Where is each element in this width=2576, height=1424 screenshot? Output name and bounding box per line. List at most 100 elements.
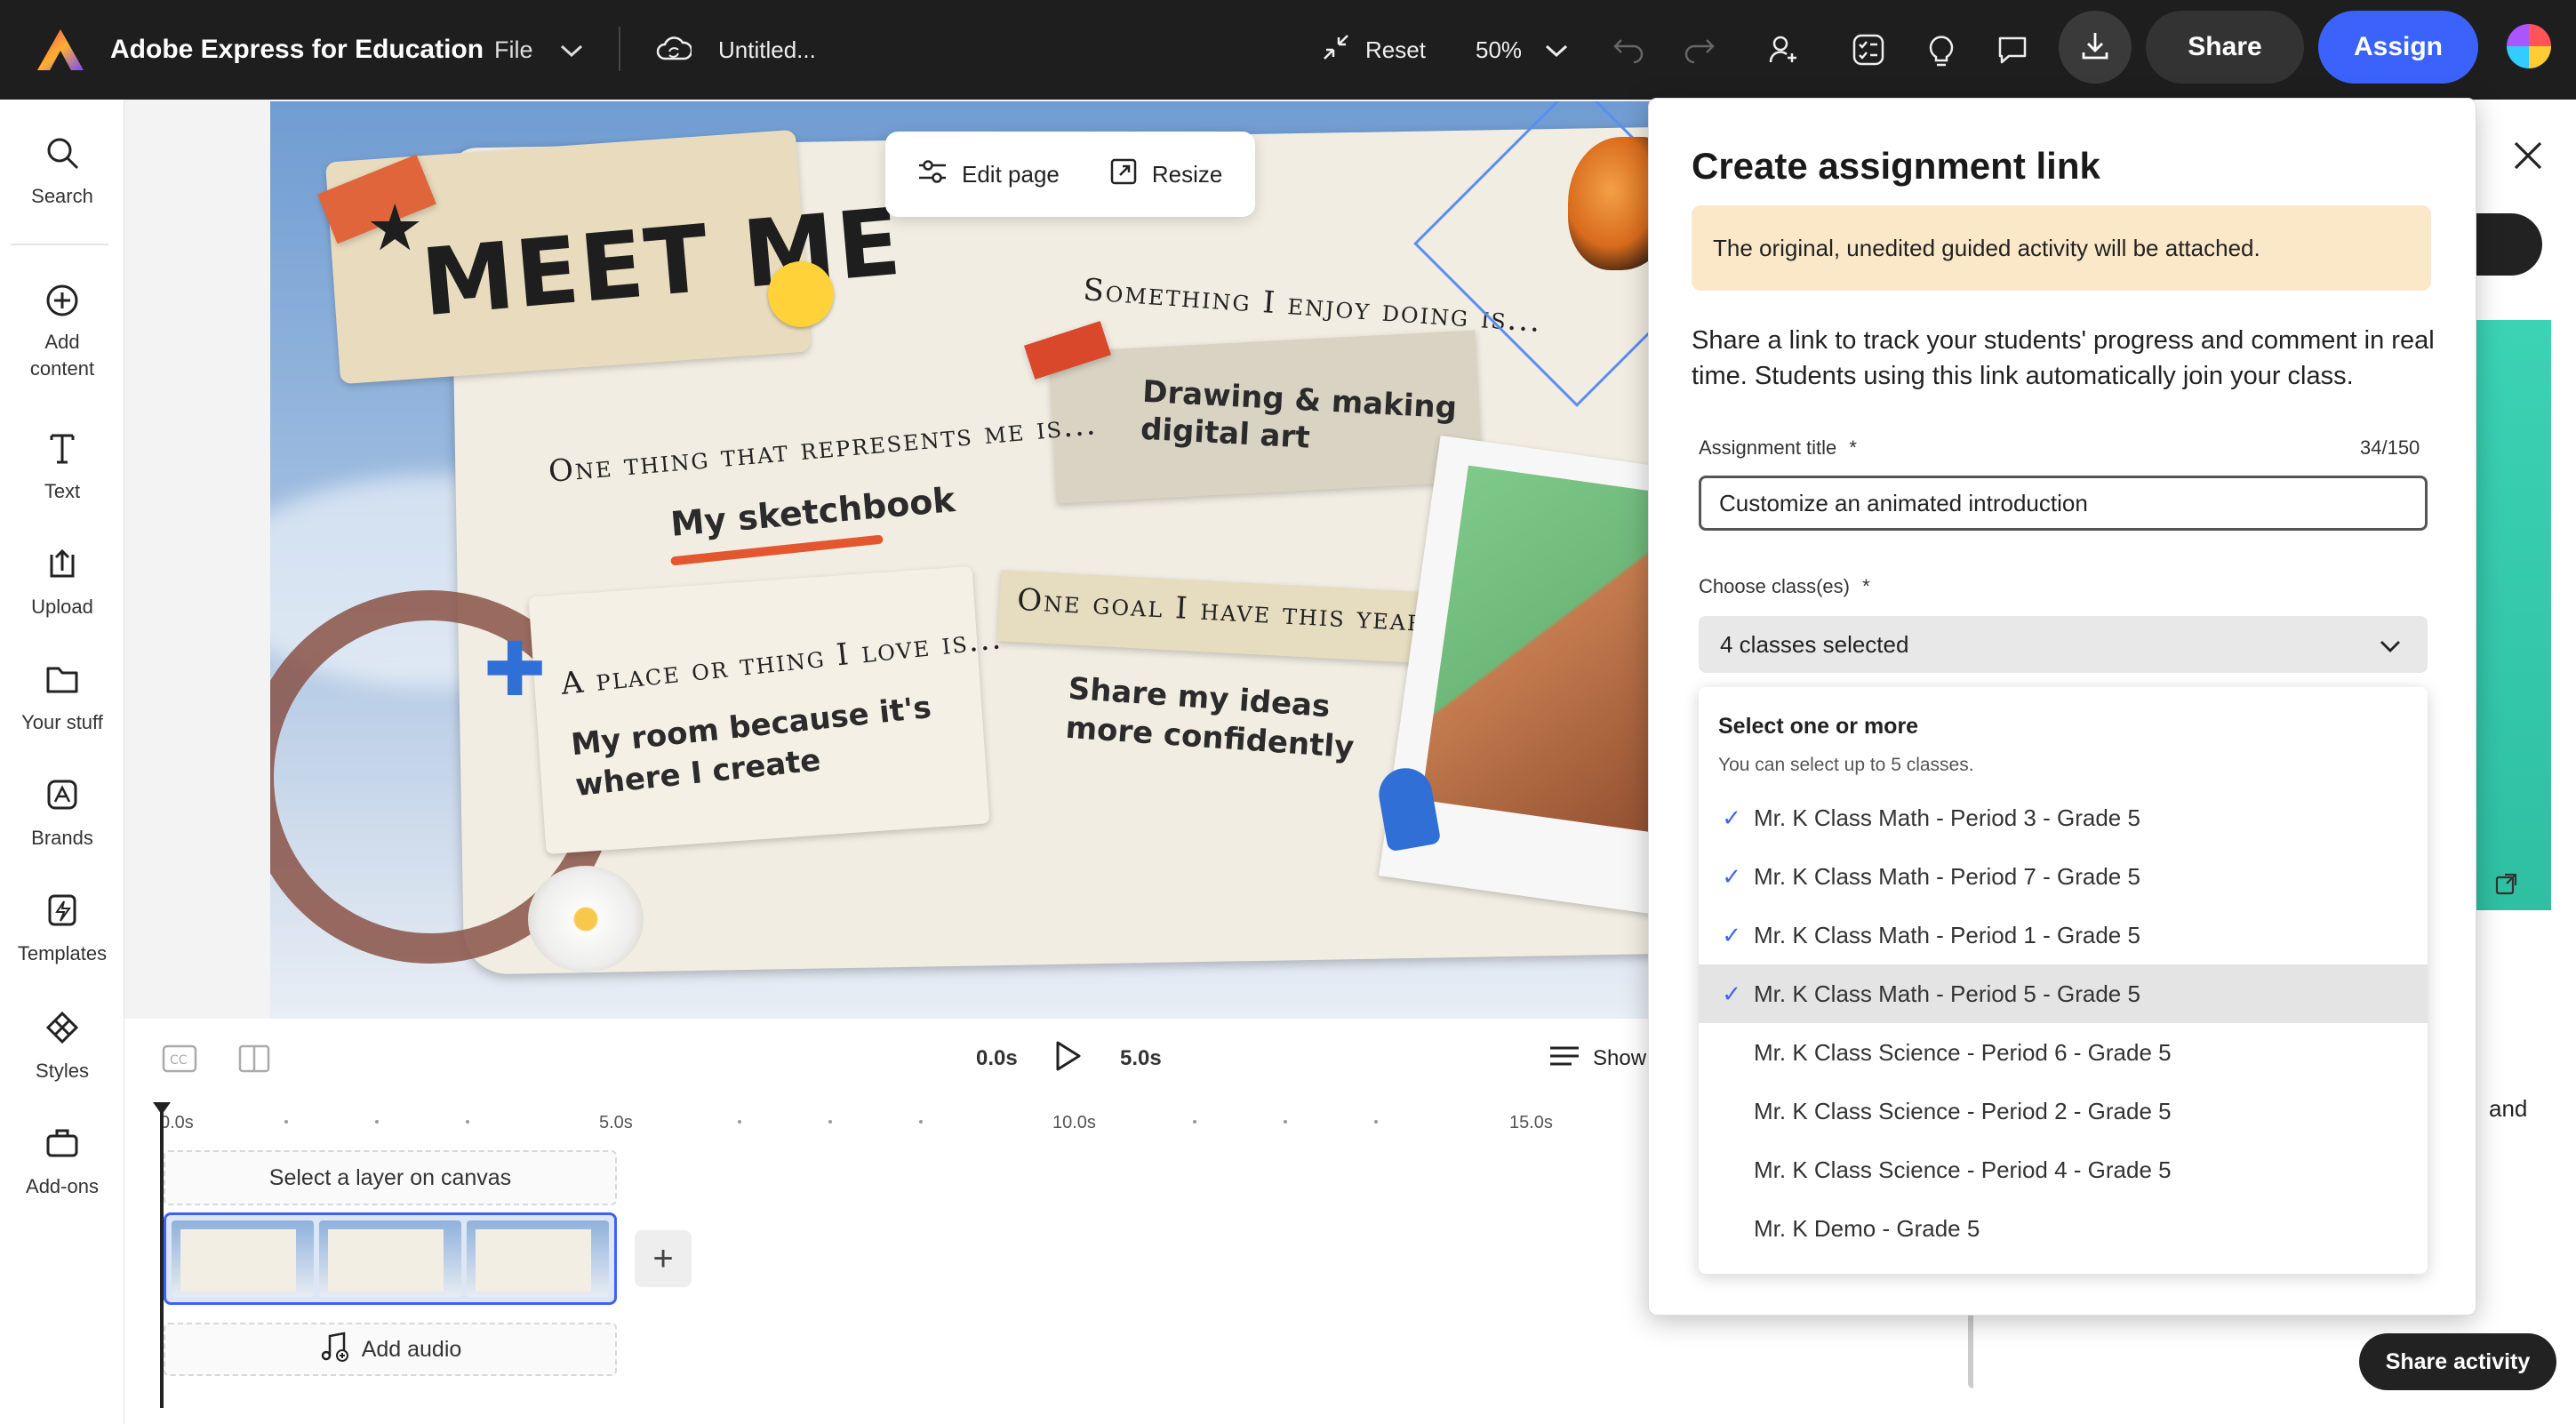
share-button[interactable]: Share bbox=[2146, 11, 2304, 84]
close-icon[interactable] bbox=[2512, 137, 2544, 181]
select-layer-label: Select a layer on canvas bbox=[268, 1164, 512, 1190]
class-option-label: Mr. K Class Math - Period 5 - Grade 5 bbox=[1754, 980, 2140, 1007]
character-counter: 34/150 bbox=[2360, 436, 2420, 459]
cloud-sync-icon[interactable] bbox=[656, 0, 692, 100]
class-option[interactable]: Mr. K Demo - Grade 5 bbox=[1699, 1199, 2428, 1258]
brand-icon bbox=[44, 777, 80, 818]
download-button[interactable] bbox=[2059, 11, 2132, 84]
adobe-express-logo[interactable] bbox=[36, 0, 85, 100]
required-indicator: * bbox=[1862, 575, 1870, 597]
open-external-icon[interactable] bbox=[2494, 871, 2519, 900]
current-time: 0.0s bbox=[976, 1046, 1018, 1070]
class-option[interactable]: Mr. K Class Science - Period 6 - Grade 5 bbox=[1699, 1023, 2428, 1082]
rail-item-text[interactable]: Text bbox=[0, 430, 124, 503]
svg-text:CC: CC bbox=[170, 1053, 188, 1068]
checkmark-icon: ✓ bbox=[1722, 862, 1741, 890]
rail-item-add-content[interactable]: Add content bbox=[0, 283, 124, 382]
text-icon bbox=[44, 430, 80, 471]
show-label: Show bbox=[1593, 1046, 1647, 1070]
checkmark-icon: ✓ bbox=[1722, 921, 1741, 948]
choose-classes-label: Choose class(es) * bbox=[1699, 575, 1870, 598]
assignment-title-label-text: Assignment title bbox=[1699, 436, 1837, 459]
assignment-title-input[interactable]: Customize an animated introduction bbox=[1699, 476, 2428, 531]
class-option[interactable]: Mr. K Class Science - Period 2 - Grade 5 bbox=[1699, 1082, 2428, 1140]
rail-item-upload[interactable]: Upload bbox=[0, 546, 124, 619]
required-indicator: * bbox=[1849, 436, 1857, 459]
avatar[interactable] bbox=[2507, 24, 2551, 68]
rail-item-label: Styles bbox=[36, 1060, 89, 1082]
rail-item-your-stuff[interactable]: Your stuff bbox=[0, 661, 124, 734]
play-icon bbox=[1052, 1040, 1083, 1078]
duration-time: 5.0s bbox=[1120, 1046, 1162, 1070]
class-option[interactable]: ✓ Mr. K Class Math - Period 3 - Grade 5 bbox=[1699, 788, 2428, 847]
resize-button[interactable]: Resize bbox=[1109, 157, 1222, 192]
rail-item-label: Your stuff bbox=[21, 711, 103, 733]
share-activity-button[interactable]: Share activity bbox=[2359, 1333, 2556, 1390]
scene-thumbnail[interactable] bbox=[172, 1220, 314, 1297]
smiley-sticker bbox=[768, 261, 834, 327]
scene-clip-track[interactable] bbox=[164, 1212, 617, 1305]
assignment-title-label: Assignment title * bbox=[1699, 436, 1857, 460]
plus-icon: + bbox=[652, 1238, 674, 1278]
redo-icon[interactable] bbox=[1673, 0, 1726, 100]
music-add-icon bbox=[319, 1331, 351, 1369]
info-note: The original, unedited guided activity w… bbox=[1692, 205, 2431, 291]
reset-label: Reset bbox=[1365, 36, 1426, 63]
add-scene-button[interactable]: + bbox=[635, 1230, 692, 1287]
rail-item-search[interactable]: Search bbox=[0, 135, 124, 208]
create-assignment-dialog: Create assignment link The original, une… bbox=[1648, 98, 2476, 1316]
select-layer-prompt: Select a layer on canvas bbox=[164, 1150, 617, 1205]
download-icon bbox=[2079, 29, 2111, 66]
rail-item-styles[interactable]: Styles bbox=[0, 1010, 124, 1083]
rail-item-brands[interactable]: Brands bbox=[0, 777, 124, 850]
checklist-icon[interactable] bbox=[1842, 0, 1895, 100]
resize-label: Resize bbox=[1151, 160, 1223, 188]
undo-icon[interactable] bbox=[1602, 0, 1655, 100]
file-menu[interactable]: File bbox=[494, 0, 583, 100]
show-toggle[interactable]: Show bbox=[1548, 1036, 1646, 1081]
class-option[interactable]: Mr. K Class Science - Period 4 - Grade 5 bbox=[1699, 1140, 2428, 1199]
class-option[interactable]: ✓ Mr. K Class Math - Period 1 - Grade 5 bbox=[1699, 906, 2428, 964]
panel-button-partial[interactable] bbox=[2471, 213, 2542, 276]
zoom-level: 50% bbox=[1476, 36, 1523, 63]
styles-icon bbox=[44, 1010, 80, 1051]
plus-sticker-icon: ✚ bbox=[484, 628, 547, 711]
upload-icon bbox=[44, 546, 80, 587]
flower-sticker bbox=[528, 866, 644, 972]
rail-item-label: Add-ons bbox=[26, 1175, 99, 1197]
rail-item-templates[interactable]: Templates bbox=[0, 892, 124, 965]
edit-page-button[interactable]: Edit page bbox=[917, 158, 1060, 191]
split-icon[interactable] bbox=[238, 1036, 270, 1081]
rail-item-add-ons[interactable]: Add-ons bbox=[0, 1125, 124, 1198]
rail-item-label: Templates bbox=[17, 942, 108, 964]
class-option-label: Mr. K Class Science - Period 2 - Grade 5 bbox=[1754, 1097, 2172, 1124]
assign-button[interactable]: Assign bbox=[2318, 11, 2478, 84]
list-icon bbox=[1548, 1044, 1580, 1074]
zoom-dropdown[interactable]: 50% bbox=[1476, 0, 1568, 100]
class-dropdown-menu: Select one or more You can select up to … bbox=[1699, 687, 2428, 1274]
add-audio-button[interactable]: Add audio bbox=[164, 1323, 617, 1376]
collaborate-icon[interactable] bbox=[1756, 0, 1810, 100]
class-option[interactable]: ✓ Mr. K Class Math - Period 5 - Grade 5 bbox=[1699, 964, 2428, 1023]
dropdown-subheading: You can select up to 5 classes. bbox=[1718, 755, 1974, 775]
class-option[interactable]: ✓ Mr. K Class Math - Period 7 - Grade 5 bbox=[1699, 847, 2428, 906]
scene-thumbnail[interactable] bbox=[467, 1220, 609, 1297]
choose-classes-label-text: Choose class(es) bbox=[1699, 575, 1850, 597]
lightbulb-icon[interactable] bbox=[1915, 0, 1968, 100]
play-button[interactable] bbox=[1052, 1036, 1083, 1081]
design-canvas[interactable]: MEET ME ★ Something I enjoy doing is... … bbox=[270, 101, 1781, 1019]
tick-dot bbox=[738, 1120, 741, 1124]
comment-icon[interactable] bbox=[1986, 0, 2039, 100]
scene-thumbnail[interactable] bbox=[319, 1220, 461, 1297]
dropdown-heading: Select one or more bbox=[1718, 714, 1919, 739]
document-title[interactable]: Untitled... bbox=[718, 0, 816, 100]
reset-button[interactable]: Reset bbox=[1321, 0, 1426, 100]
top-bar: Adobe Express for Education File Untitle… bbox=[0, 0, 2576, 100]
class-picker[interactable]: 4 classes selected bbox=[1699, 616, 2428, 673]
left-rail: Search Add content Text Upload Your stuf… bbox=[0, 100, 124, 1424]
file-menu-label: File bbox=[494, 36, 533, 63]
rail-item-label: Text bbox=[44, 480, 81, 502]
assignment-title-value: Customize an animated introduction bbox=[1719, 489, 2088, 516]
app-title: Adobe Express for Education bbox=[110, 35, 484, 64]
captions-icon[interactable]: CC bbox=[162, 1036, 197, 1081]
